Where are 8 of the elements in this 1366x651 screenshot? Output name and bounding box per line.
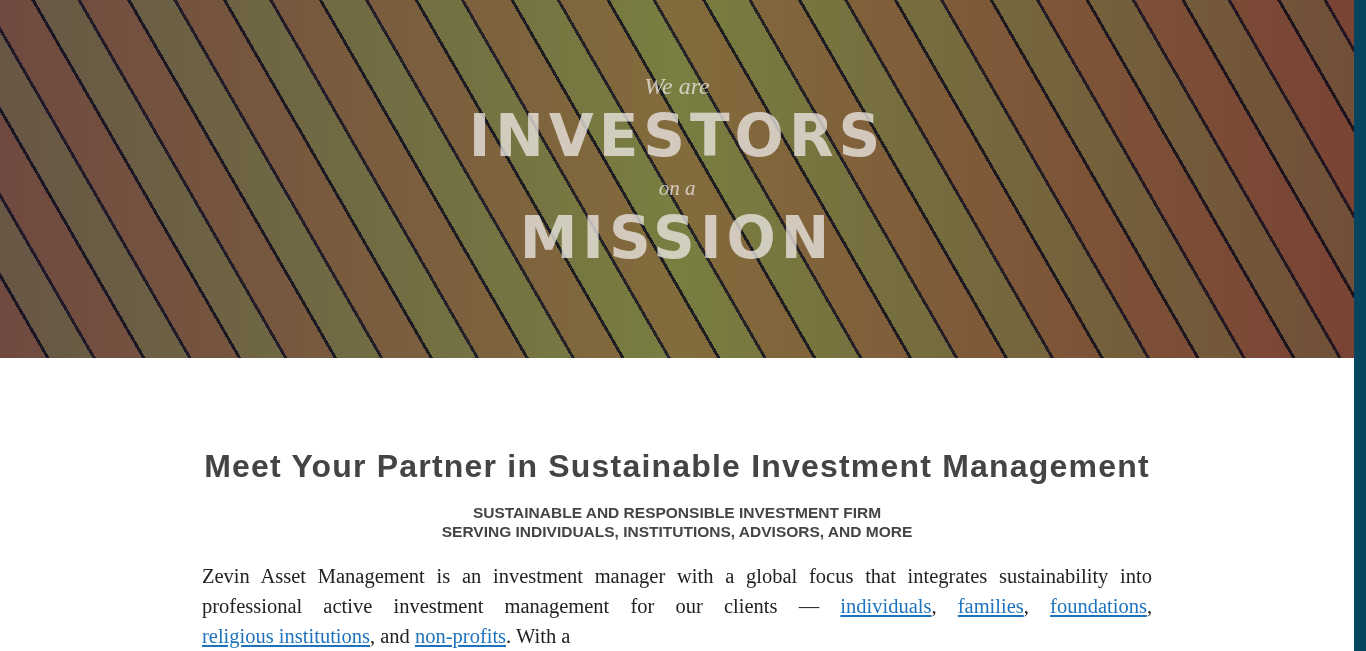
paragraph-link[interactable]: foundations	[1050, 595, 1147, 617]
section-heading: Meet Your Partner in Sustainable Investment Management	[204, 448, 1150, 485]
paragraph-link[interactable]: families	[957, 595, 1024, 617]
section-subheading: SUSTAINABLE AND RESPONSIBLE INVESTMENT FIRM	[472, 503, 882, 522]
paragraph-link[interactable]: religious institutions	[202, 625, 370, 647]
intro-paragraph: Zevin Asset Management is an investment manager with a global focus that integrates sustainability into professional active investment management for our clients — individuals, families, foundations, religious institutions, and non-profits. With a	[202, 564, 1152, 650]
section-subheading: SERVING INDIVIDUALS, INSTITUTIONS, ADVISORS, AND MORE	[441, 522, 913, 541]
paragraph-link[interactable]: non-profits	[415, 625, 507, 647]
